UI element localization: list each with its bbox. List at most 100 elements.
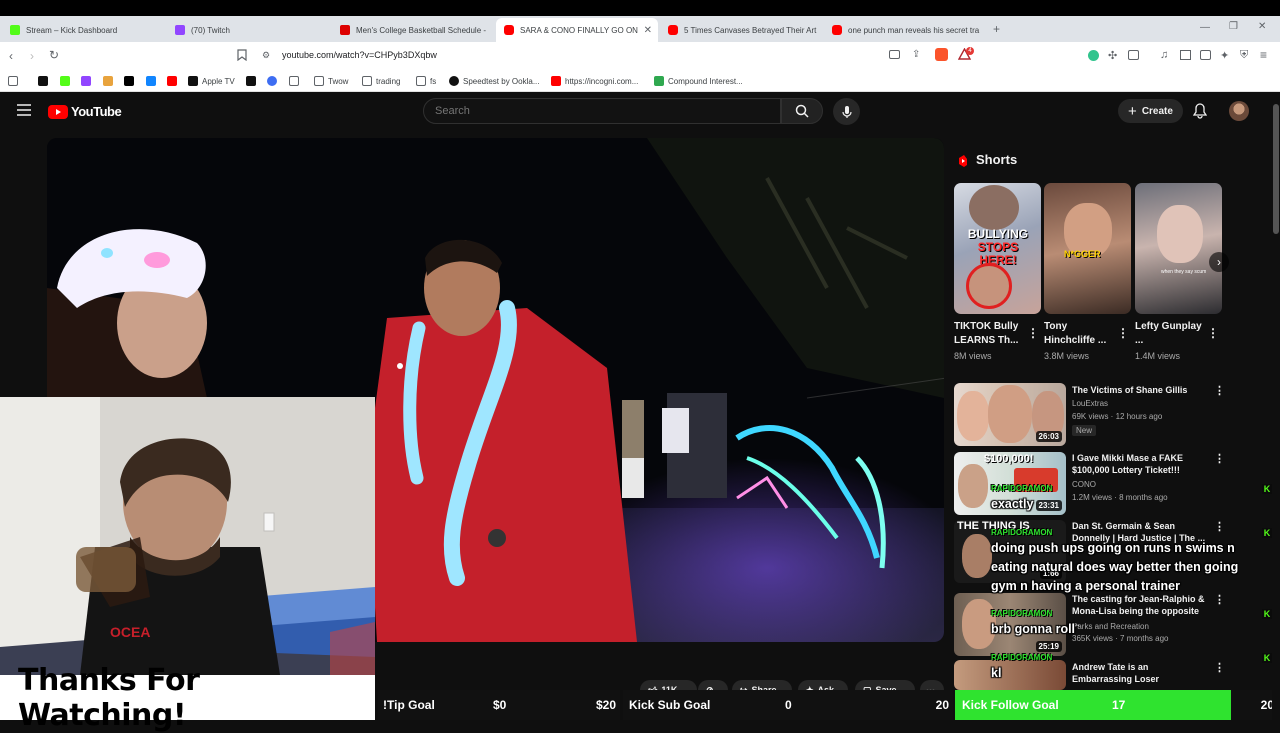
bookmark-label: fs [430,76,437,86]
bookmark-icon-9[interactable] [246,74,256,88]
tab-one-punch-man[interactable]: one punch man reveals his secret tra [824,18,986,42]
bluesky-bookmark-icon[interactable] [146,74,156,88]
tab-title: one punch man reveals his secret tra [848,25,980,35]
extension-green-icon[interactable] [1088,50,1099,61]
close-tab-icon[interactable]: ✕ [644,25,652,36]
search-button[interactable] [781,98,823,124]
short-overlay-text: BULLYING [967,227,1029,241]
leo-ai-icon[interactable]: ✦ [1220,49,1232,62]
recommendation-channel[interactable]: CONO [1072,480,1096,489]
site-info-icon[interactable]: ⚙ [262,50,274,62]
create-button[interactable]: + Create [1118,99,1183,123]
bookmark-speedtest[interactable]: Speedtest by Ookla... [449,74,540,88]
apps-icon[interactable] [8,74,18,88]
reload-icon[interactable]: ↻ [49,49,61,61]
bookmark-fs[interactable]: fs [416,74,436,88]
hamburger-menu-icon[interactable] [17,104,31,116]
chat-message: doing push ups going on runs n swims n e… [991,541,1239,593]
bookmark-trading[interactable]: trading [362,74,400,88]
notifications-bell-icon[interactable] [1193,103,1207,119]
account-avatar[interactable] [1229,101,1249,121]
bookmark-icon-4[interactable] [103,74,113,88]
kick-favicon-icon [10,25,20,35]
wallet-icon[interactable] [1128,50,1139,60]
shorts-next-button[interactable]: › [1209,252,1229,272]
bookmarks-bar: Apple TV Twow trading fs Speedtest by Oo… [0,70,1280,92]
short-title[interactable]: Tony Hinchcliffe ... [1044,320,1114,348]
voice-search-button[interactable] [833,98,860,125]
twitch-bookmark-icon[interactable] [81,74,91,88]
kick-bookmark-icon[interactable] [60,74,70,88]
tab-basketball-schedule[interactable]: Men's College Basketball Schedule - [332,18,494,42]
tab-kick-dashboard[interactable]: Stream – Kick Dashboard [2,18,164,42]
chat-message: exactly [991,497,1034,511]
scrollbar-thumb[interactable] [1273,104,1279,234]
share-page-icon[interactable]: ⇪ [912,49,924,61]
url-field[interactable]: youtube.com/watch?v=CHPyb3DXqbw [282,50,437,60]
short-more-icon[interactable]: ⋮ [1027,326,1039,340]
new-tab-icon[interactable]: + [993,22,1000,36]
back-icon[interactable]: ‹ [9,50,21,62]
bookmark-icon-10[interactable] [267,74,277,88]
tab-twitch[interactable]: (70) Twitch [167,18,329,42]
short-thumbnail[interactable]: BULLYING STOPS HERE! [954,183,1041,314]
folder-icon[interactable] [289,74,299,88]
bookmark-apple-tv[interactable]: Apple TV [188,74,235,88]
youtube-logo[interactable]: YouTube [48,104,122,119]
shorts-icon [957,154,969,168]
menu-icon[interactable]: ≡ [1260,48,1272,62]
recommendation-more-icon[interactable]: ⋮ [1214,520,1225,533]
follow-goal-bar: Kick Follow Goal 17 20 [955,690,1280,720]
tip-goal-target: $20 [595,698,616,712]
search-input[interactable] [424,99,780,123]
brave-shield-icon[interactable] [935,48,948,61]
create-label: Create [1141,105,1173,117]
short-thumbnail[interactable]: when they say scum [1135,183,1222,314]
tab-title: Men's College Basketball Schedule - [356,25,487,35]
recommendation-thumbnail[interactable]: 26:03 [954,383,1066,446]
bookmark-compound-interest[interactable]: Compound Interest... [654,74,743,88]
bookmark-page-icon[interactable] [237,49,249,61]
bookmark-incogni[interactable]: https://incogni.com... [551,74,638,88]
bookmark-icon-1[interactable] [38,74,48,88]
short-more-icon[interactable]: ⋮ [1117,326,1129,340]
recommendation-channel[interactable]: LouExtras [1072,399,1108,408]
cast-icon[interactable] [889,50,900,59]
short-title[interactable]: TIKTOK Bully LEARNS Th... [954,320,1024,348]
recommendation-more-icon[interactable]: ⋮ [1214,452,1225,465]
x-bookmark-icon[interactable] [124,74,134,88]
vpn-icon[interactable]: ⛨ [1240,49,1252,61]
chat-message: brb gonna roll [991,622,1076,636]
recommendation-title[interactable]: I Gave Mikki Mase a FAKE $100,000 Lotter… [1072,452,1207,476]
tab-title: 5 Times Canvases Betrayed Their Art [684,25,817,35]
short-views: 3.8M views [1044,351,1090,361]
tab-active-video[interactable]: SARA & CONO FINALLY GO ON ✕ [496,18,658,42]
youtube-favicon-icon [668,25,678,35]
youtube-bookmark-icon[interactable] [167,74,177,88]
tab-canvases-video[interactable]: 5 Times Canvases Betrayed Their Art [660,18,822,42]
short-more-icon[interactable]: ⋮ [1207,326,1219,340]
forward-icon[interactable]: › [30,50,42,62]
short-title[interactable]: Lefty Gunplay ... [1135,320,1205,348]
bookmark-twow[interactable]: Twow [314,74,348,88]
sidebar-toggle-icon[interactable] [1180,50,1191,60]
wallet-card-icon[interactable] [1200,50,1211,60]
youtube-favicon-icon [832,25,842,35]
short-views: 8M views [954,351,992,361]
media-icon[interactable]: ♫ [1160,49,1172,61]
chat-username: RAPIDORAMON [991,653,1053,662]
window-close-icon[interactable]: ✕ [1258,21,1266,32]
bookmark-label: Apple TV [202,76,235,86]
extension-badge: 4 [966,47,974,55]
restore-icon[interactable]: ❐ [1229,21,1238,32]
recommendation-more-icon[interactable]: ⋮ [1214,384,1225,397]
thumbnail-text: $100,000! [984,453,1034,465]
kick-logo-icon: K [1262,484,1272,494]
short-thumbnail[interactable]: N*GGER [1044,183,1131,314]
bookmark-label: trading [376,76,401,86]
extensions-icon[interactable]: ✣ [1108,49,1120,62]
folder-icon [416,76,426,86]
recommendation-title[interactable]: The Victims of Shane Gillis [1072,384,1207,396]
search-box[interactable] [423,98,781,124]
minimize-icon[interactable]: — [1200,22,1210,33]
